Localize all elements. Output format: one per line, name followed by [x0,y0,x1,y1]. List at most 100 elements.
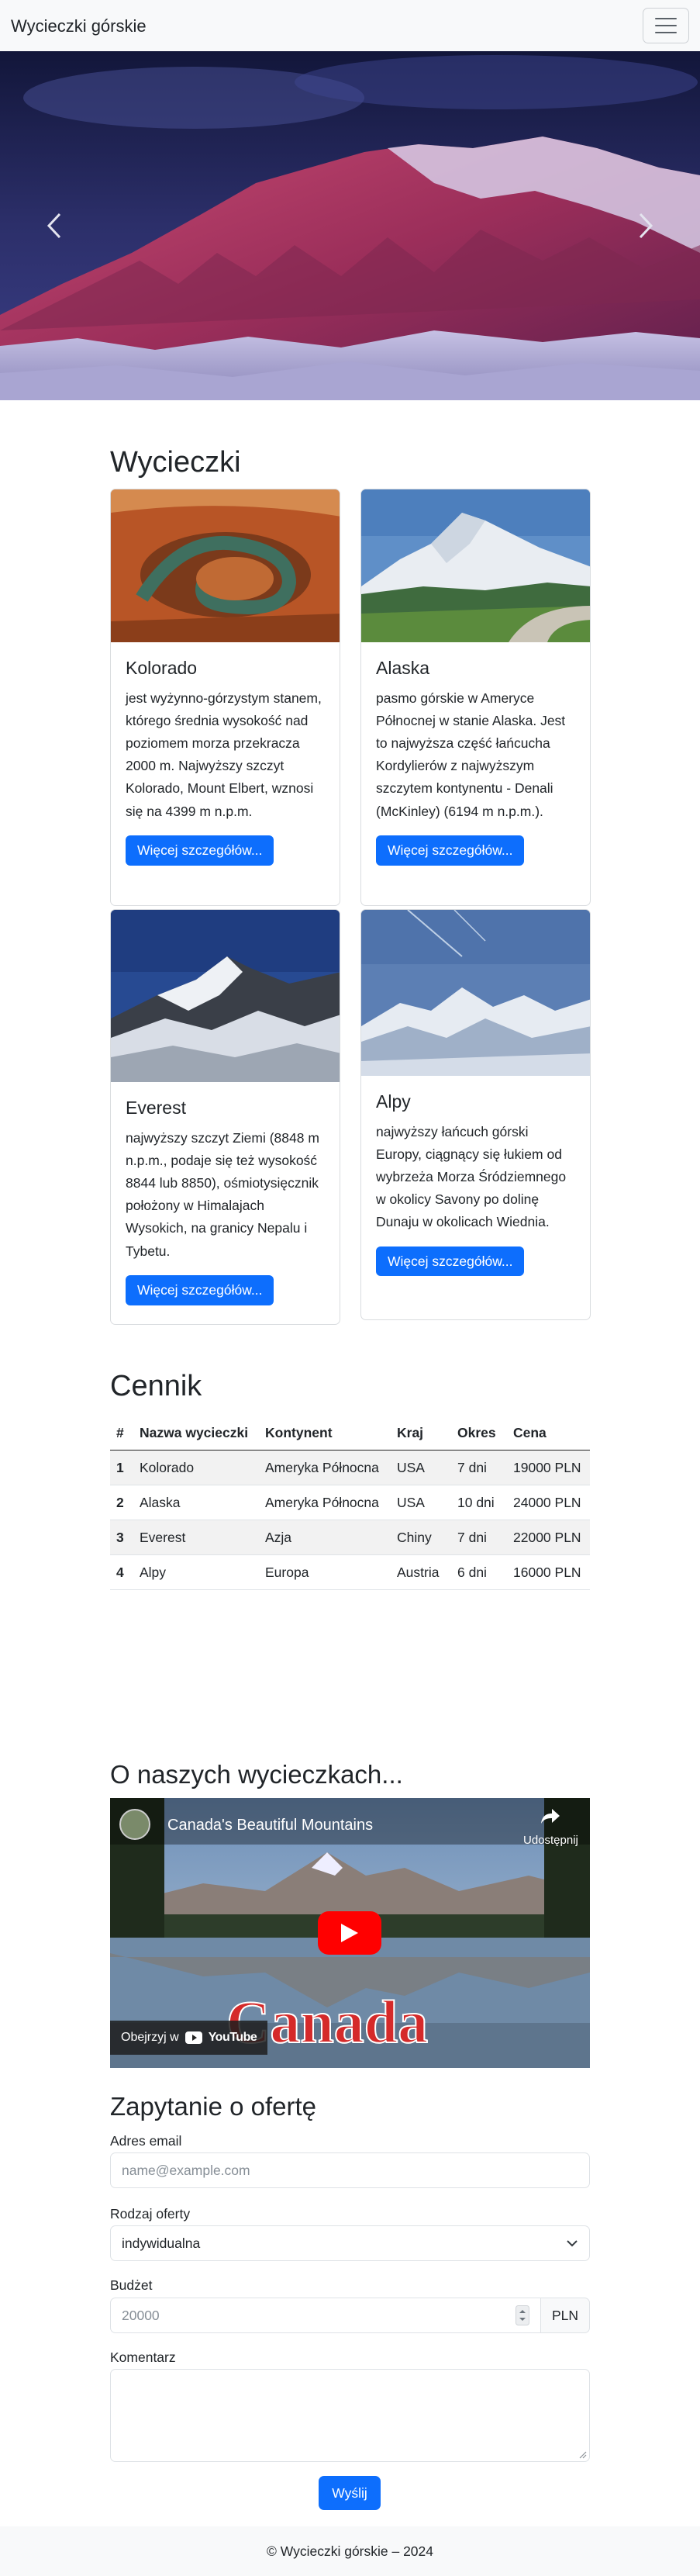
footer-copyright: © Wycieczki górskie – 2024 [266,2543,434,2559]
chevron-right-icon [639,213,653,239]
table-cell: 3 [110,1520,133,1555]
navbar-brand[interactable]: Wycieczki górskie [11,13,147,39]
offer-type-value: indywidualna [122,2235,201,2251]
youtube-logo-icon [184,2031,202,2044]
email-field[interactable]: name@example.com [110,2152,590,2188]
budget-label: Budżet [110,2277,153,2293]
budget-placeholder: 20000 [122,2307,160,2323]
details-button[interactable]: Więcej szczegółów... [376,835,525,866]
col-header: Kontynent [259,1416,391,1451]
details-button[interactable]: Więcej szczegółów... [126,835,274,866]
budget-input[interactable]: 20000 [110,2298,541,2333]
youtube-wordmark: YouTube [208,2031,257,2044]
comment-textarea[interactable] [110,2369,590,2462]
email-label: Adres email [110,2133,182,2149]
table-cell: Chiny [391,1520,451,1555]
table-cell: 4 [110,1554,133,1590]
tour-card-kolorado: Kolorado jest wyżynno-górzystym stanem, … [110,489,340,906]
about-heading: O naszych wycieczkach... [110,1760,403,1789]
youtube-video-embed[interactable]: Canada's Beautiful Mountains Udostępnij … [110,1798,590,2068]
carousel-next-button[interactable] [591,51,700,400]
table-cell: USA [391,1450,451,1485]
table-cell: Kolorado [133,1450,259,1485]
details-button[interactable]: Więcej szczegółów... [126,1274,274,1305]
share-icon [541,1809,560,1824]
table-header-row: # Nazwa wycieczki Kontynent Kraj Okres C… [110,1416,590,1451]
offer-type-label: Rodzaj oferty [110,2206,191,2222]
watch-on-label: Obejrzyj w [121,2031,179,2044]
table-row: 4 Alpy Europa Austria 6 dni 16000 PLN [110,1554,590,1590]
kolorado-image [111,489,340,642]
submit-button[interactable]: Wyślij [319,2476,381,2510]
hero-carousel [0,51,700,400]
alaska-image [361,489,590,642]
card-title: Kolorado [126,658,198,678]
carousel-prev-button[interactable] [0,51,109,400]
details-button[interactable]: Więcej szczegółów... [376,1246,525,1277]
currency-addon: PLN [540,2298,590,2333]
currency-label: PLN [551,2307,579,2323]
table-cell: Ameryka Północna [259,1485,391,1520]
table-row: 2 Alaska Ameryka Północna USA 10 dni 240… [110,1485,590,1520]
alpy-image [361,910,590,1076]
tour-card-alaska: Alaska pasmo górskie w Ameryce Północnej… [360,489,591,906]
table-row: 1 Kolorado Ameryka Północna USA 7 dni 19… [110,1450,590,1485]
email-placeholder: name@example.com [122,2162,250,2178]
number-spinner-icon[interactable] [516,2305,529,2325]
navbar-toggler-button[interactable] [643,8,689,43]
table-cell: 16000 PLN [507,1554,590,1590]
table-cell: Alaska [133,1485,259,1520]
col-header: Kraj [391,1416,451,1451]
tour-card-everest: Everest najwyższy szczyt Ziemi (8848 m n… [110,909,340,1325]
play-icon [341,1924,358,1942]
tour-card-alpy: Alpy najwyższy łańcuch górski Europy, ci… [360,909,591,1320]
card-title: Alaska [376,658,430,678]
col-header: Nazwa wycieczki [133,1416,259,1451]
table-cell: Europa [259,1554,391,1590]
table-cell: Azja [259,1520,391,1555]
card-text: najwyższy szczyt Ziemi (8848 m n.p.m., p… [126,1129,319,1259]
share-label: Udostępnij [523,1833,578,1847]
channel-avatar[interactable] [119,1809,150,1840]
table-cell: Ameryka Północna [259,1450,391,1485]
watch-on-youtube-button[interactable]: Obejrzyj w YouTube [110,2021,268,2055]
table-cell: 1 [110,1450,133,1485]
col-header: Okres [451,1416,507,1451]
pricing-table-wrapper: # Nazwa wycieczki Kontynent Kraj Okres C… [110,1416,590,1590]
col-header: # [110,1416,133,1451]
video-title[interactable]: Canada's Beautiful Mountains [167,1814,373,1837]
table-cell: 24000 PLN [507,1485,590,1520]
resize-handle-icon[interactable] [578,2450,587,2459]
chevron-left-icon [47,213,61,239]
comment-label: Komentarz [110,2350,176,2365]
table-cell: 10 dni [451,1485,507,1520]
pricing-heading: Cennik [110,1370,202,1402]
table-cell: 7 dni [451,1450,507,1485]
card-text: pasmo górskie w Ameryce Północnej w stan… [376,690,566,819]
hamburger-icon [655,18,677,19]
card-text: najwyższy łańcuch górski Europy, ciągnąc… [376,1123,567,1230]
table-cell: Alpy [133,1554,259,1590]
play-button[interactable] [318,1911,381,1955]
table-cell: 22000 PLN [507,1520,590,1555]
footer: © Wycieczki górskie – 2024 [0,2526,700,2576]
table-cell: 7 dni [451,1520,507,1555]
col-header: Cena [507,1416,590,1451]
form-heading: Zapytanie o ofertę [110,2092,316,2121]
table-cell: Everest [133,1520,259,1555]
table-cell: 2 [110,1485,133,1520]
chevron-down-icon [567,2240,578,2247]
card-title: Alpy [376,1091,411,1112]
card-text: jest wyżynno-górzystym stanem, którego ś… [126,690,322,819]
table-cell: Austria [391,1554,451,1590]
navbar: Wycieczki górskie [0,0,700,51]
table-row: 3 Everest Azja Chiny 7 dni 22000 PLN [110,1520,590,1555]
table-cell: USA [391,1485,451,1520]
share-button[interactable]: Udostępnij [523,1807,578,1849]
table-cell: 6 dni [451,1554,507,1590]
pricing-table: # Nazwa wycieczki Kontynent Kraj Okres C… [110,1416,590,1590]
offer-type-select[interactable]: indywidualna [110,2225,590,2261]
table-cell: 19000 PLN [507,1450,590,1485]
tours-heading: Wycieczki [110,446,241,479]
everest-image [111,910,340,1082]
